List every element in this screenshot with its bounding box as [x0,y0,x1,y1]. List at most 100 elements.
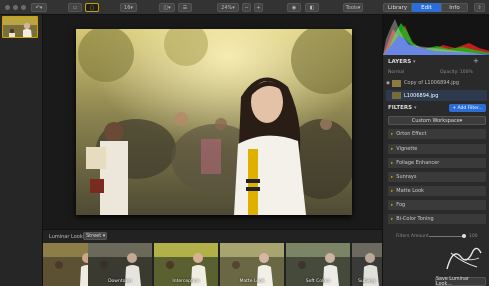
filter-label: Orton Effect [396,131,427,137]
filter-fog[interactable]: ▸ Fog [388,200,486,210]
crop-icon: ▢ [89,4,95,11]
save-luminar-look-button[interactable]: Save Luminar Look... [435,277,486,286]
preview-toggle-button[interactable]: ▭ [68,3,82,12]
filter-foliage-enhancer[interactable]: ▸ Foliage Enhancer [388,158,486,168]
layer-name: Copy of L1006894.jpg [403,80,459,86]
filters-amount-slider-handle[interactable] [462,234,466,238]
look-thumbnail-3[interactable]: Interception [154,243,218,286]
show-original-button[interactable]: ◉ [287,3,301,12]
tools-label: Tools [345,4,358,11]
filter-matte-look[interactable]: ▸ Matte Look [388,186,486,196]
tab-edit-label: Edit [421,4,432,11]
app-window: ↶▾ ▭ ▢ 16 ▾ ◫▾ ☰ 24% ▾ − + ◉ ◧ Tools ▾ L… [0,0,489,286]
zoom-in-button[interactable]: + [254,3,263,12]
signature-watermark [446,247,482,270]
layers-title: LAYERS [388,59,412,65]
chevron-right-icon: ▸ [391,202,394,208]
filter-label: Sunrays [396,174,417,180]
chevron-down-icon: ▾ [459,117,463,124]
looks-label: Luminar Looks: [49,234,88,240]
right-panel: LAYERS ▾ + Normal Opacity: 100% ◉ Copy o… [382,15,489,286]
tab-info[interactable]: Info [441,3,468,12]
save-look-label: Save Luminar Look... [436,276,469,286]
eye-icon[interactable]: ◉ [386,81,390,86]
tools-dropdown[interactable]: Tools ▾ [343,3,363,12]
filter-bi-color-toning[interactable]: ▸ Bi-Color Toning [388,214,486,224]
side-by-side-button[interactable]: ◧ [305,3,319,12]
zoom-level-dropdown[interactable]: 24% ▾ [217,3,239,12]
layer-row[interactable]: ◉ Copy of L1006894.jpg [386,77,487,89]
look-label: Downtown [108,279,132,284]
layer-opacity[interactable]: Opacity: 100% [440,70,473,75]
image-canvas[interactable] [43,15,382,229]
look-label: Soft Colors [305,279,331,284]
looks-category-value: Street [86,233,102,239]
filters-amount-slider-track[interactable] [429,236,464,237]
side-by-side-icon: ◧ [309,4,315,11]
chevron-right-icon: ▸ [391,160,394,166]
chevron-down-icon: ▾ [101,233,106,239]
layer-row-selected[interactable]: L1006894.jpg [386,90,487,101]
undo-button[interactable]: ↶▾ [31,3,47,12]
zoom-in-icon: + [256,4,261,11]
histogram [383,15,489,55]
undo-icon: ↶▾ [35,4,43,11]
filter-label: Bi-Color Toning [396,216,434,222]
photo-image [76,29,352,215]
chevron-down-icon[interactable]: ▾ [413,59,416,65]
top-toolbar: ↶▾ ▭ ▢ 16 ▾ ◫▾ ☰ 24% ▾ − + ◉ ◧ Tools ▾ L… [0,0,489,15]
filmstrip-thumbnail[interactable] [2,16,38,38]
split-view-button[interactable]: ☰ [178,3,192,12]
look-thumbnail-2[interactable]: Downtown [88,243,152,286]
look-thumbnail-4[interactable]: Matte Look [220,243,284,286]
tab-library[interactable]: Library [383,3,412,12]
close-window-icon[interactable] [5,5,10,10]
export-icon: ⇪ [477,4,482,11]
looks-category-dropdown[interactable]: Street ▾ [83,232,107,240]
filters-title: FILTERS [388,105,413,111]
chevron-right-icon: ▸ [391,188,394,194]
chevron-right-icon: ▸ [391,146,394,152]
crop-button[interactable]: ▢ [85,3,99,12]
add-filter-button[interactable]: + Add Filter... [449,104,486,112]
chevron-down-icon[interactable]: ▾ [414,105,417,111]
minimize-window-icon[interactable] [13,5,18,10]
workspace-label: Custom Workspace [411,117,460,124]
tab-edit[interactable]: Edit [412,3,441,12]
histogram-graph [383,19,489,55]
compare-view-button[interactable]: ◫▾ [159,3,175,12]
main-photo[interactable] [76,29,352,215]
look-thumbnail-5[interactable]: Soft Colors [286,243,350,286]
tab-info-label: Info [449,4,460,11]
filter-label: Foliage Enhancer [396,160,440,166]
zoom-level-value: 24% [221,4,233,11]
zoom-out-button[interactable]: − [242,3,251,12]
look-thumbnail-6[interactable]: Subway [352,243,382,286]
zoom-out-icon: − [244,4,249,11]
zoom-window-icon[interactable] [21,5,26,10]
layer-thumbnail [392,92,401,99]
preview-icon: ▭ [72,4,78,11]
filter-sunrays[interactable]: ▸ Sunrays [388,172,486,182]
filter-label: Matte Look [396,188,424,194]
tab-library-label: Library [387,4,408,11]
layer-thumbnail [391,79,401,87]
add-layer-icon[interactable]: + [473,57,479,65]
add-filter-label: + Add Filter... [452,105,483,111]
filter-orton-effect[interactable]: ▸ Orton Effect [388,129,486,139]
eye-icon: ◉ [291,4,297,11]
look-label: Matte Look [239,279,265,284]
export-button[interactable]: ⇪ [474,3,485,12]
chevron-down-icon: ▾ [130,4,133,11]
looks-bar: Luminar Looks: Street ▾ Downtown Interce… [43,229,382,286]
split-view-icon: ☰ [182,4,188,11]
thumbnail-image [3,17,37,37]
compare-icon: ◫▾ [163,4,171,11]
filter-vignette[interactable]: ▸ Vignette [388,144,486,154]
look-label: Subway [358,279,376,284]
zoom-preset-dropdown[interactable]: 16 ▾ [120,3,137,12]
filters-amount-value: 100 [469,234,478,239]
workspace-dropdown[interactable]: Custom Workspace ▾ [388,116,486,125]
blend-mode[interactable]: Normal [388,70,404,75]
chevron-down-icon: ▾ [232,4,235,11]
